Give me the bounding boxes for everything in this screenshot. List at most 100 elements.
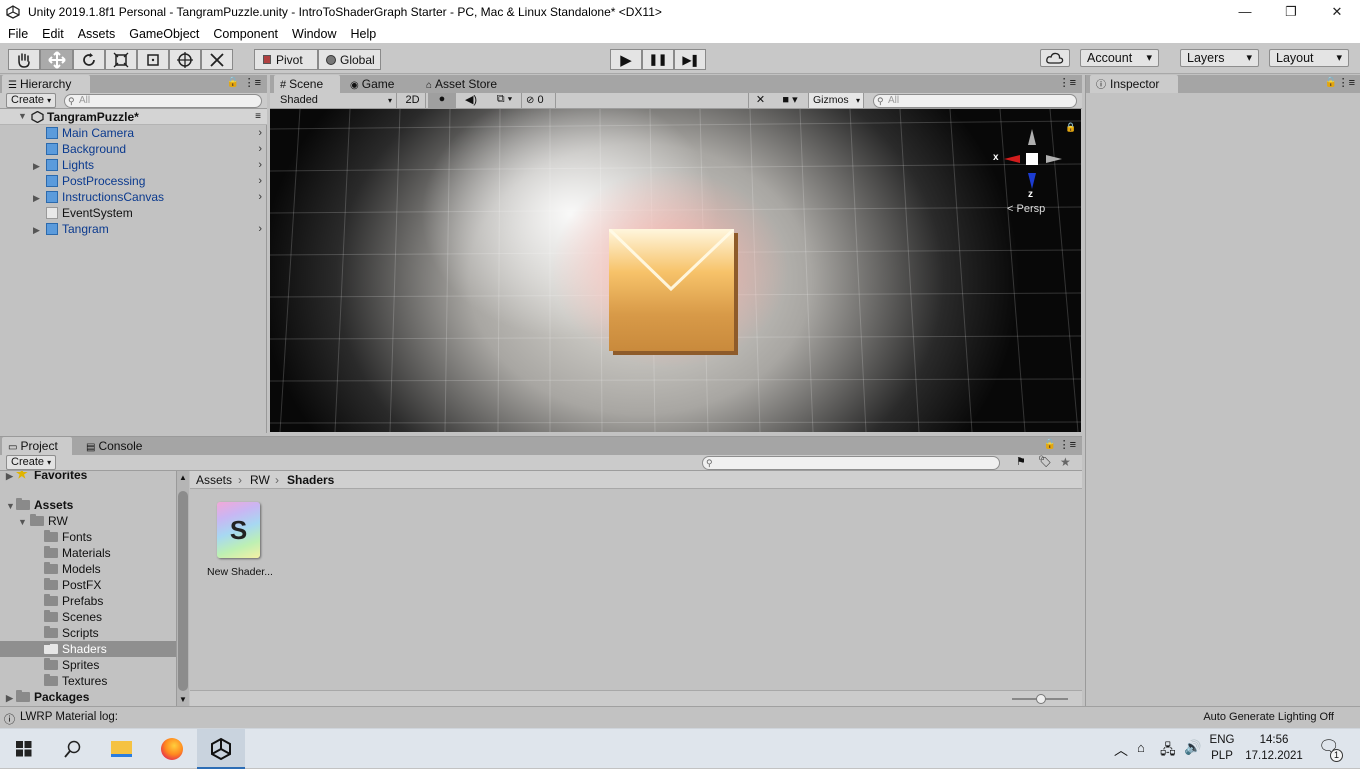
- expand-arrow-icon[interactable]: ▶: [6, 690, 13, 706]
- tab-project[interactable]: ▭ Project: [2, 437, 72, 455]
- firefox-button[interactable]: [147, 729, 195, 769]
- menu-component[interactable]: Component: [206, 27, 285, 41]
- menu-file[interactable]: File: [0, 27, 35, 41]
- menu-help[interactable]: Help: [343, 27, 383, 41]
- network-icon[interactable]: 🖧: [1160, 739, 1176, 763]
- expand-arrow-icon[interactable]: ▶: [33, 190, 40, 206]
- panel-menu-icon[interactable]: ⋮≡: [1059, 76, 1076, 89]
- project-search-input[interactable]: ⚲: [702, 456, 1000, 470]
- device-icon[interactable]: ⌂: [1137, 740, 1145, 755]
- breadcrumb-shaders[interactable]: Shaders: [287, 471, 334, 489]
- tab-hierarchy[interactable]: ☰ Hierarchy: [2, 75, 90, 93]
- expand-arrow-icon[interactable]: ▼: [18, 514, 27, 530]
- folder-row-scripts[interactable]: Scripts: [0, 625, 176, 641]
- folder-row-postfx[interactable]: PostFX: [0, 577, 176, 593]
- start-button[interactable]: [0, 729, 48, 769]
- filter-label-icon[interactable]: 🏷: [1038, 455, 1052, 468]
- favorites-row[interactable]: ▶ ★ Favorites: [0, 471, 176, 483]
- folder-row-materials[interactable]: Materials: [0, 545, 176, 561]
- panel-menu-icon[interactable]: ⋮≡: [244, 76, 261, 89]
- favorite-star-icon[interactable]: ★: [1060, 455, 1071, 469]
- search-button[interactable]: [48, 729, 96, 769]
- unity-taskbar-button[interactable]: [197, 729, 245, 769]
- rotate-tool-button[interactable]: [73, 49, 105, 70]
- expand-arrow-icon[interactable]: ▼: [6, 498, 15, 514]
- tangram-piece[interactable]: [609, 229, 734, 351]
- folder-row-prefabs[interactable]: Prefabs: [0, 593, 176, 609]
- chevron-right-icon[interactable]: ›: [258, 141, 262, 157]
- lighting-toggle[interactable]: ●: [428, 93, 456, 108]
- pause-button[interactable]: ❚❚: [642, 49, 674, 70]
- maximize-button[interactable]: ❐: [1268, 0, 1314, 24]
- chevron-right-icon[interactable]: ›: [258, 173, 262, 189]
- lock-icon[interactable]: 🔒: [227, 77, 239, 88]
- hidden-objects-toggle[interactable]: ⊘ 0: [526, 93, 556, 108]
- lock-icon[interactable]: 🔒: [1325, 77, 1337, 88]
- play-button[interactable]: ▶: [610, 49, 642, 70]
- audio-toggle[interactable]: ◀): [458, 93, 484, 108]
- menu-assets[interactable]: Assets: [71, 27, 123, 41]
- menu-edit[interactable]: Edit: [35, 27, 71, 41]
- chevron-right-icon[interactable]: ›: [258, 189, 262, 205]
- projection-toggle[interactable]: < Persp: [1007, 203, 1045, 215]
- hierarchy-item-background[interactable]: Background ›: [0, 141, 266, 157]
- scene-search-input[interactable]: ⚲ All: [873, 94, 1077, 108]
- tab-game[interactable]: ◉ Game: [344, 75, 400, 93]
- zoom-slider-thumb[interactable]: [1036, 694, 1046, 704]
- tab-inspector[interactable]: ⓘ Inspector: [1090, 75, 1178, 93]
- expand-arrow-icon[interactable]: ▶: [6, 471, 13, 484]
- chevron-right-icon[interactable]: ›: [258, 221, 262, 237]
- menu-window[interactable]: Window: [285, 27, 343, 41]
- 2d-toggle[interactable]: 2D: [400, 93, 426, 108]
- gizmos-dropdown[interactable]: Gizmos ▾: [808, 93, 864, 108]
- folder-row-shaders[interactable]: Shaders: [0, 641, 176, 657]
- breadcrumb-assets[interactable]: Assets: [196, 471, 232, 489]
- scene-root-row[interactable]: ▼ TangramPuzzle* ≡: [0, 109, 267, 125]
- layers-dropdown[interactable]: Layers: [1180, 49, 1259, 67]
- lighting-status[interactable]: Auto Generate Lighting Off: [1203, 711, 1334, 723]
- volume-icon[interactable]: 🔊: [1184, 739, 1201, 756]
- tab-scene[interactable]: # Scene: [274, 75, 340, 93]
- global-toggle[interactable]: Global: [318, 49, 381, 70]
- pivot-toggle[interactable]: Pivot: [254, 49, 318, 70]
- folder-row-fonts[interactable]: Fonts: [0, 529, 176, 545]
- clock[interactable]: 14:56 17.12.2021: [1242, 732, 1306, 766]
- rect-tool-button[interactable]: [137, 49, 169, 70]
- camera-dropdown[interactable]: ■ ▾: [775, 93, 805, 108]
- scroll-down-icon[interactable]: ▼: [179, 695, 187, 704]
- project-create-dropdown[interactable]: Create ▾: [6, 455, 56, 470]
- assets-row[interactable]: ▼ Assets: [0, 497, 176, 513]
- tab-console[interactable]: ▤ Console: [80, 437, 148, 455]
- breadcrumb-rw[interactable]: RW: [250, 471, 270, 489]
- collab-button[interactable]: [1040, 49, 1070, 67]
- hierarchy-item-postprocessing[interactable]: PostProcessing ›: [0, 173, 266, 189]
- shading-mode-dropdown[interactable]: Shaded ▾: [274, 93, 397, 108]
- hierarchy-create-dropdown[interactable]: Create ▾: [6, 93, 56, 108]
- status-message[interactable]: LWRP Material log:: [20, 711, 118, 723]
- hierarchy-item-main-camera[interactable]: Main Camera ›: [0, 125, 266, 141]
- layout-dropdown[interactable]: Layout: [1269, 49, 1349, 67]
- effects-dropdown[interactable]: ⧉ ▾: [488, 93, 522, 108]
- file-explorer-button[interactable]: [97, 729, 145, 769]
- scene-menu-icon[interactable]: ≡: [255, 109, 261, 125]
- orientation-gizmo[interactable]: 🔒 x z < Persp: [990, 122, 1076, 235]
- scroll-up-icon[interactable]: ▲: [179, 473, 187, 482]
- hierarchy-item-instructionscanvas[interactable]: ▶ InstructionsCanvas ›: [0, 189, 266, 205]
- transform-tool-button[interactable]: [169, 49, 201, 70]
- tree-scrollbar[interactable]: ▲ ▼: [177, 471, 189, 707]
- scale-tool-button[interactable]: [105, 49, 137, 70]
- folder-row-sprites[interactable]: Sprites: [0, 657, 176, 673]
- account-dropdown[interactable]: Account: [1080, 49, 1159, 67]
- menu-gameobject[interactable]: GameObject: [122, 27, 206, 41]
- minimize-button[interactable]: —: [1222, 0, 1268, 24]
- folder-row-textures[interactable]: Textures: [0, 673, 176, 689]
- panel-menu-icon[interactable]: ⋮≡: [1338, 76, 1355, 89]
- scene-tools-toggle[interactable]: ✕: [748, 93, 772, 108]
- tab-asset-store[interactable]: ⌂ Asset Store: [420, 75, 503, 93]
- panel-menu-icon[interactable]: ⋮≡: [1059, 438, 1076, 451]
- scene-viewport[interactable]: 🔒 x z < Persp: [270, 109, 1081, 432]
- expand-arrow-icon[interactable]: ▼: [18, 111, 27, 121]
- filter-type-icon[interactable]: ⚑: [1016, 455, 1026, 468]
- chevron-up-icon[interactable]: ︿: [1114, 740, 1128, 760]
- close-button[interactable]: ✕: [1314, 0, 1360, 24]
